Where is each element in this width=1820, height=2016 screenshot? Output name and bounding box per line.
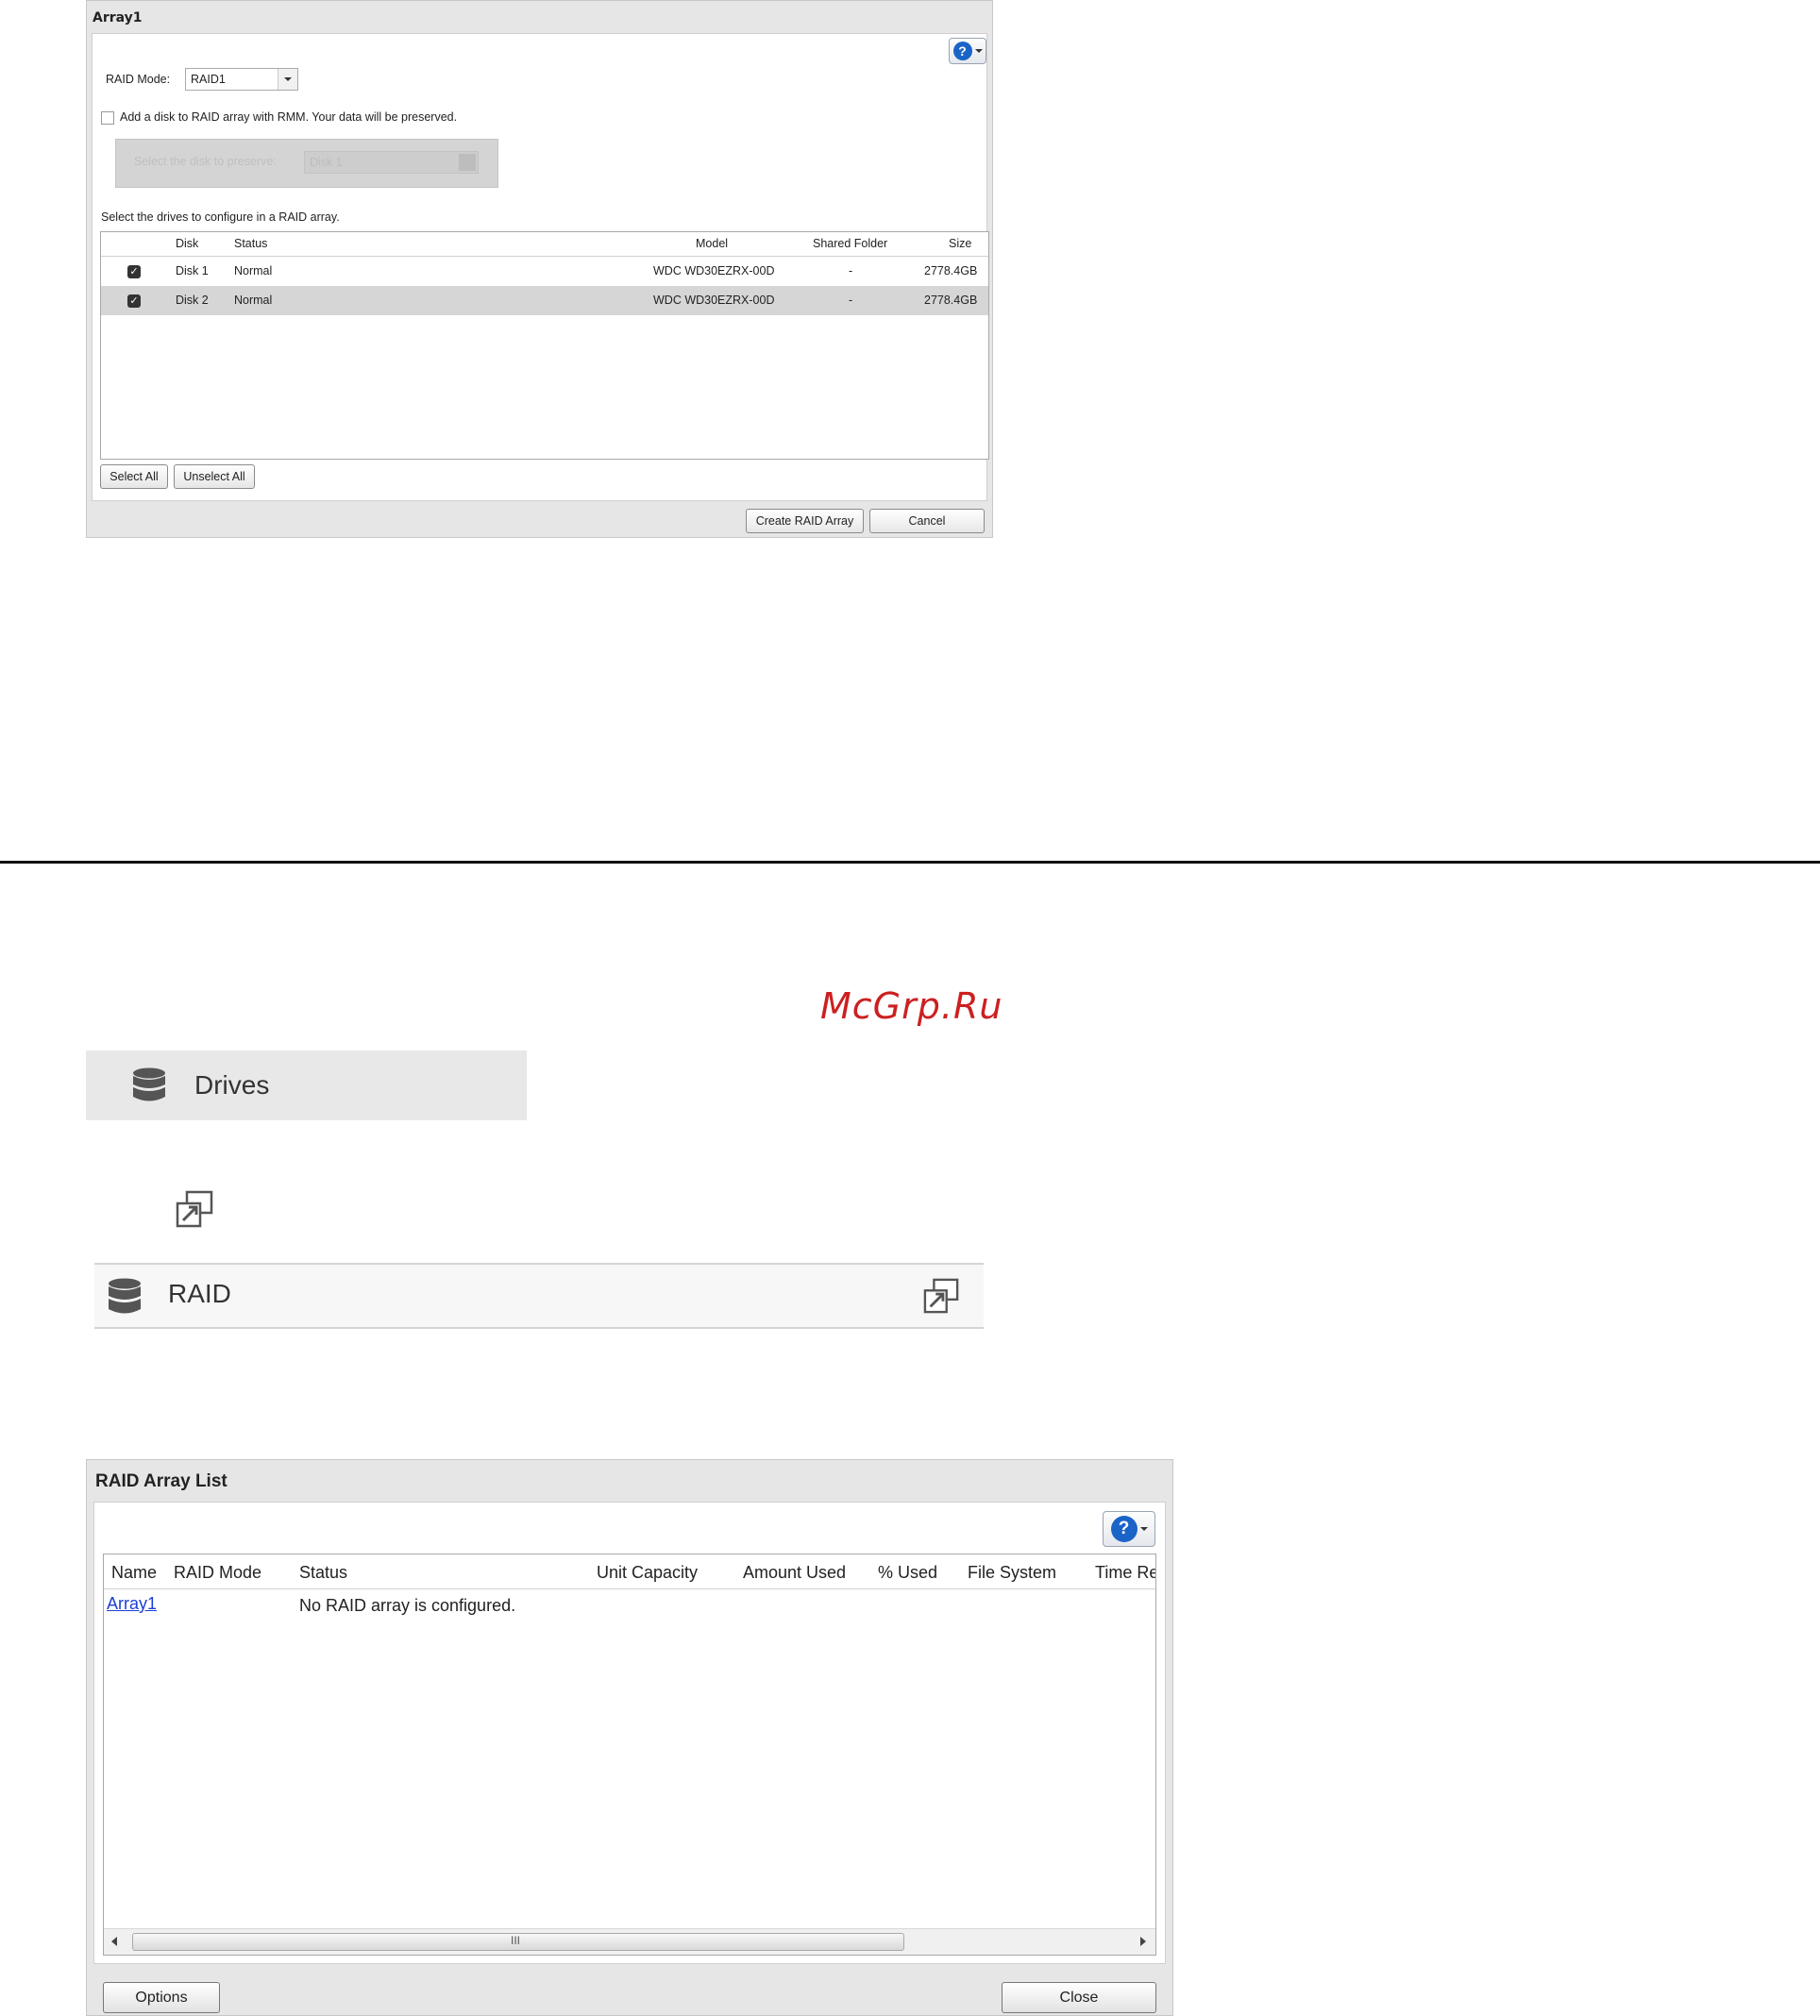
array-link[interactable]: Array1 xyxy=(107,1594,157,1614)
column-raid-mode: RAID Mode xyxy=(174,1563,262,1582)
cancel-button[interactable]: Cancel xyxy=(869,509,985,533)
open-window-icon[interactable] xyxy=(923,1278,959,1314)
column-status: Status xyxy=(299,1563,348,1582)
dialog-body: ? Name RAID Mode Status Unit Capacity Am… xyxy=(93,1502,1166,1964)
disk-name: Disk 1 xyxy=(176,264,209,277)
options-button[interactable]: Options xyxy=(103,1982,220,2013)
dialog-title: Array1 xyxy=(93,10,143,25)
disk-model: WDC WD30EZRX-00D xyxy=(653,264,775,277)
column-size: Size xyxy=(949,237,972,250)
raid-array-table: Name RAID Mode Status Unit Capacity Amou… xyxy=(103,1554,1156,1956)
drives-label: Drives xyxy=(194,1070,270,1100)
raid-label: RAID xyxy=(168,1279,231,1308)
dialog-title: RAID Array List xyxy=(95,1471,228,1491)
column-percent-used: % Used xyxy=(878,1563,938,1582)
raid-mode-select[interactable]: RAID1 xyxy=(185,68,298,91)
column-status: Status xyxy=(234,237,268,250)
preserve-disk-value: Disk 1 xyxy=(310,156,343,169)
disk-model: WDC WD30EZRX-00D xyxy=(653,294,775,307)
chevron-down-icon xyxy=(459,154,476,171)
preserve-disk-label: Select the disk to preserve: xyxy=(134,155,277,168)
dialog-body: ? RAID Mode: RAID1 Add a disk to RAID ar… xyxy=(92,33,989,501)
disk-status: Normal xyxy=(234,264,273,277)
disk-status: Normal xyxy=(234,294,273,307)
raid-mode-value: RAID1 xyxy=(191,73,226,86)
disk-name: Disk 2 xyxy=(176,294,209,307)
help-button[interactable]: ? xyxy=(949,38,986,64)
disk-shared-folder: - xyxy=(849,294,853,307)
database-icon xyxy=(133,1067,165,1101)
raid-array-list-dialog: RAID Array List ? Name RAID Mode Status … xyxy=(86,1459,1173,2016)
help-icon: ? xyxy=(952,42,972,60)
disk-size: 2778.4GB xyxy=(924,294,978,307)
select-all-button[interactable]: Select All xyxy=(100,464,168,489)
close-button[interactable]: Close xyxy=(1002,1982,1156,2013)
column-disk: Disk xyxy=(176,237,199,250)
column-unit-capacity: Unit Capacity xyxy=(597,1563,699,1582)
create-raid-array-button[interactable]: Create RAID Array xyxy=(746,509,864,533)
table-header: Name RAID Mode Status Unit Capacity Amou… xyxy=(104,1554,1155,1589)
drive-instruction: Select the drives to configure in a RAID… xyxy=(101,210,340,224)
column-file-system: File System xyxy=(968,1563,1057,1582)
horizontal-scrollbar[interactable]: III xyxy=(104,1928,1155,1955)
column-shared-folder: Shared Folder xyxy=(813,237,888,250)
column-time-remaining: Time Re xyxy=(1095,1563,1156,1582)
disk-shared-folder: - xyxy=(849,264,853,277)
drives-menu-item[interactable]: Drives xyxy=(86,1050,527,1120)
array-status: No RAID array is configured. xyxy=(299,1596,516,1615)
rmm-checkbox[interactable] xyxy=(101,111,114,125)
open-window-icon xyxy=(176,1190,213,1228)
column-amount-used: Amount Used xyxy=(743,1563,847,1582)
scroll-left-icon[interactable] xyxy=(111,1937,117,1946)
table-row[interactable]: ✓ Disk 2 Normal WDC WD30EZRX-00D - 2778.… xyxy=(101,286,988,315)
table-header: Disk Status Model Shared Folder Size xyxy=(101,232,988,257)
unselect-all-button[interactable]: Unselect All xyxy=(174,464,255,489)
watermark: McGrp.Ru xyxy=(820,985,1003,1027)
chevron-down-icon xyxy=(974,49,983,53)
chevron-down-icon xyxy=(278,69,297,90)
preserve-disk-panel: Select the disk to preserve: Disk 1 xyxy=(115,139,498,188)
rmm-checkbox-label: Add a disk to RAID array with RMM. Your … xyxy=(120,110,458,124)
preserve-disk-select[interactable]: Disk 1 xyxy=(304,151,479,174)
raid-mode-label: RAID Mode: xyxy=(106,73,171,86)
table-row[interactable]: ✓ Disk 1 Normal WDC WD30EZRX-00D - 2778.… xyxy=(101,257,988,286)
raid-menu-item[interactable]: RAID xyxy=(94,1263,984,1329)
database-icon xyxy=(109,1278,141,1314)
scroll-grip: III xyxy=(511,1934,521,1947)
scroll-right-icon[interactable] xyxy=(1140,1937,1146,1946)
row-checkbox[interactable]: ✓ xyxy=(127,265,141,278)
table-row[interactable]: Array1 No RAID array is configured. xyxy=(104,1588,1155,1621)
disk-size: 2778.4GB xyxy=(924,264,978,277)
row-checkbox[interactable]: ✓ xyxy=(127,294,141,308)
page-divider xyxy=(0,861,1820,864)
help-icon: ? xyxy=(1110,1516,1138,1542)
disk-table: Disk Status Model Shared Folder Size ✓ D… xyxy=(100,231,989,460)
help-button[interactable]: ? xyxy=(1103,1511,1155,1547)
column-name: Name xyxy=(111,1563,158,1582)
chevron-down-icon xyxy=(1139,1527,1148,1531)
scrollbar-thumb[interactable]: III xyxy=(132,1933,904,1951)
array-dialog: Array1 ? RAID Mode: RAID1 Add a disk to … xyxy=(86,0,993,538)
column-model: Model xyxy=(696,237,729,250)
